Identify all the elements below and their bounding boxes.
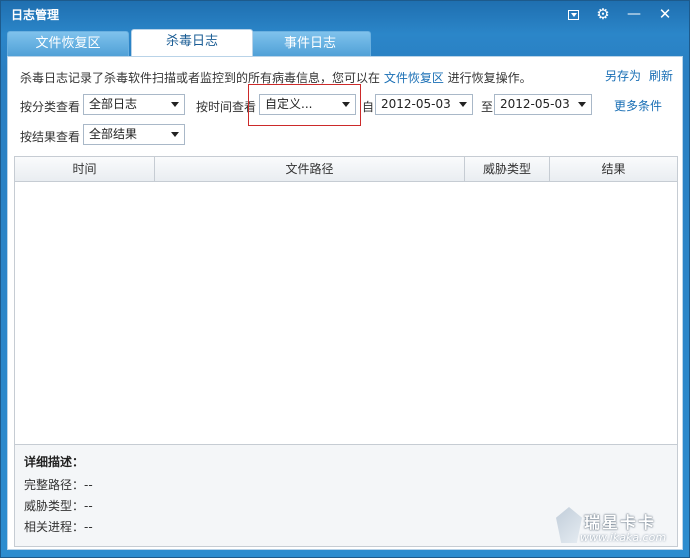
watermark: 瑞星卡卡 www.ikaka.com [556, 507, 686, 551]
chevron-down-icon [578, 102, 586, 107]
from-date-select[interactable]: 2012-05-03 [375, 94, 473, 115]
intro-text-after: 进行恢复操作。 [443, 71, 532, 85]
file-recovery-link[interactable]: 文件恢复区 [384, 71, 444, 85]
from-date-value: 2012-05-03 [381, 97, 451, 111]
window-title: 日志管理 [11, 8, 60, 22]
to-date-value: 2012-05-03 [500, 97, 570, 111]
dropdown-menu-icon[interactable] [564, 5, 582, 23]
watermark-title: 瑞星卡卡 [584, 513, 657, 532]
gear-icon[interactable]: ⚙ [594, 5, 612, 23]
title-bar[interactable]: 日志管理 ⚙ — ✕ [1, 1, 689, 27]
category-select-value: 全部日志 [89, 97, 138, 111]
minimize-icon[interactable]: — [625, 5, 643, 23]
log-manager-window: 日志管理 ⚙ — ✕ 文件恢复区 事件日志 杀毒日志 杀毒日志记录了杀毒软件扫描… [0, 0, 690, 558]
highlight-box [248, 84, 361, 126]
virus-log-table[interactable]: 时间 文件路径 威胁类型 结果 [14, 156, 678, 445]
chevron-down-icon [171, 102, 179, 107]
tab-virus-log[interactable]: 杀毒日志 [131, 29, 253, 57]
tab-event-log[interactable]: 事件日志 [249, 31, 371, 57]
to-date-select[interactable]: 2012-05-03 [494, 94, 592, 115]
rising-logo-icon [556, 507, 582, 543]
column-header-threat-type[interactable]: 威胁类型 [465, 157, 550, 181]
category-filter-label: 按分类查看 [20, 100, 81, 114]
more-conditions-link[interactable]: 更多条件 [614, 97, 662, 114]
column-header-time[interactable]: 时间 [15, 157, 155, 181]
column-header-file-path[interactable]: 文件路径 [155, 157, 465, 181]
chevron-down-icon [459, 102, 467, 107]
time-filter-label: 按时间查看 [196, 100, 257, 114]
detail-threat-type: 威胁类型：-- [24, 499, 93, 513]
refresh-link[interactable]: 刷新 [649, 67, 673, 84]
detail-full-path: 完整路径：-- [24, 478, 93, 492]
to-date-label: 至 [481, 100, 494, 114]
result-select[interactable]: 全部结果 [83, 124, 185, 145]
table-header: 时间 文件路径 威胁类型 结果 [15, 157, 677, 182]
close-icon[interactable]: ✕ [656, 5, 674, 23]
category-select[interactable]: 全部日志 [83, 94, 185, 115]
watermark-url: www.ikaka.com [580, 531, 667, 544]
save-as-link[interactable]: 另存为 [605, 67, 641, 84]
detail-process: 相关进程：-- [24, 520, 93, 534]
chevron-down-icon [171, 132, 179, 137]
tab-content-panel: 杀毒日志记录了杀毒软件扫描或者监控到的所有病毒信息，您可以在 文件恢复区 进行恢… [7, 56, 683, 550]
tab-file-recovery[interactable]: 文件恢复区 [7, 31, 129, 57]
result-select-value: 全部结果 [89, 127, 138, 141]
column-header-result[interactable]: 结果 [550, 157, 677, 181]
detail-title: 详细描述： [24, 455, 85, 469]
from-date-label: 自 [362, 100, 375, 114]
intro-text-before: 杀毒日志记录了杀毒软件扫描或者监控到的所有病毒信息，您可以在 [20, 71, 384, 85]
result-filter-label: 按结果查看 [20, 130, 81, 144]
